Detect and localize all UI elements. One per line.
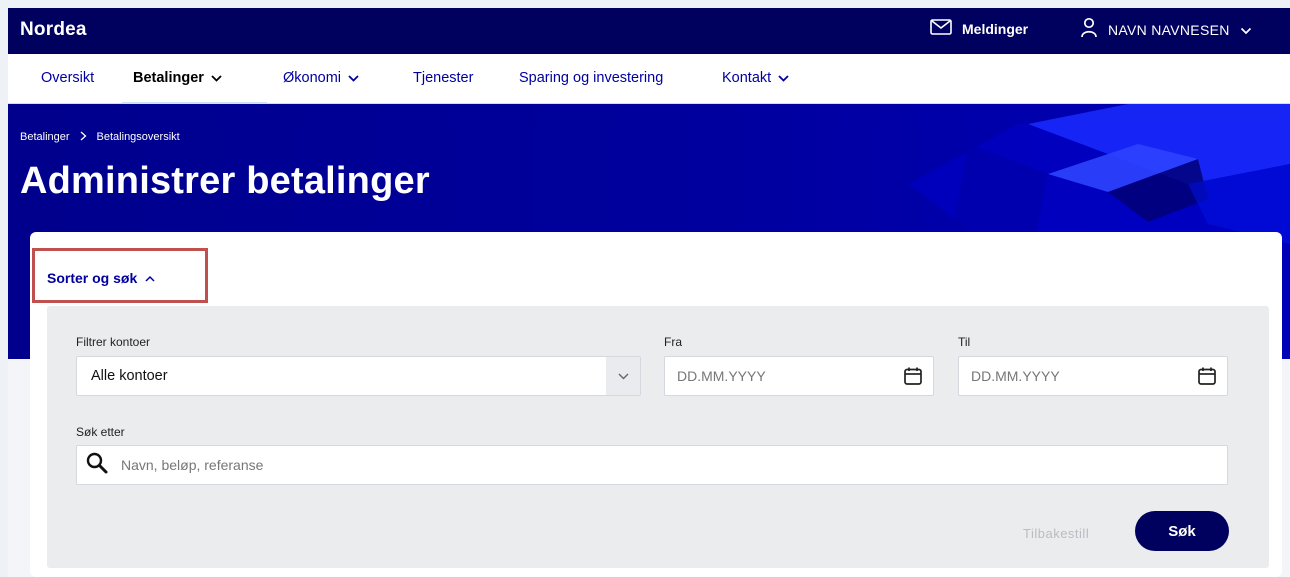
top-bar: Nordea Meldinger NAVN NAVNESEN	[8, 8, 1290, 54]
nav-item-label: Økonomi	[283, 70, 342, 86]
accounts-value: Alle kontoer	[91, 368, 168, 384]
nav-item-tjenester[interactable]: Tjenester	[413, 70, 473, 86]
accounts-select[interactable]: Alle kontoer	[76, 356, 641, 396]
search-label: Søk etter	[76, 425, 125, 439]
user-menu[interactable]: NAVN NAVNESEN	[1080, 17, 1252, 42]
nav-item-kontakt[interactable]: Kontakt	[722, 70, 789, 86]
nav-item-label: Tjenester	[413, 70, 474, 86]
sort-search-label: Sorter og søk	[47, 270, 138, 286]
nav-item-oversikt[interactable]: Oversikt	[41, 70, 94, 86]
from-label: Fra	[664, 335, 682, 349]
to-date-input[interactable]: DD.MM.YYYY	[958, 356, 1228, 396]
accounts-label: Filtrer kontoer	[76, 335, 151, 349]
chevron-down-icon	[778, 74, 789, 82]
chevron-up-icon	[145, 275, 155, 282]
user-name: NAVN NAVNESEN	[1108, 21, 1230, 38]
sort-search-toggle[interactable]: Sorter og søk	[47, 270, 155, 286]
nav-item-label: Sparing og investering	[519, 70, 664, 86]
chevron-down-icon	[606, 357, 640, 395]
breadcrumb-item-current: Betalingsoversikt	[96, 131, 180, 143]
nav-item-label: Kontakt	[722, 70, 772, 86]
chevron-right-icon	[80, 130, 87, 144]
from-date-placeholder: DD.MM.YYYY	[677, 368, 766, 384]
search-input[interactable]: Navn, beløp, referanse	[76, 445, 1228, 485]
breadcrumb: Betalinger Betalingsoversikt	[20, 130, 180, 144]
page-title: Administrer betalinger	[20, 160, 430, 202]
reset-button[interactable]: Tilbakestill	[1023, 526, 1089, 541]
messages-label: Meldinger	[962, 20, 1029, 37]
filter-panel: Filtrer kontoer Alle kontoer Fra DD.MM.Y…	[47, 306, 1269, 568]
nav-item-label: Oversikt	[41, 70, 95, 86]
chevron-down-icon	[348, 74, 359, 82]
nav-item-okonomi[interactable]: Økonomi	[283, 70, 359, 86]
envelope-icon	[930, 19, 952, 38]
search-placeholder: Navn, beløp, referanse	[121, 457, 264, 473]
nav-item-label: Betalinger	[133, 70, 204, 86]
app-frame: Nordea Meldinger NAVN NAVNESEN Oversikt …	[8, 8, 1290, 577]
to-label: Til	[958, 335, 971, 349]
user-icon	[1080, 17, 1098, 42]
calendar-icon[interactable]	[903, 366, 923, 391]
nav-item-betalinger[interactable]: Betalinger	[133, 70, 222, 86]
calendar-icon[interactable]	[1197, 366, 1217, 391]
breadcrumb-item-betalinger[interactable]: Betalinger	[20, 131, 70, 143]
search-button[interactable]: Søk	[1135, 511, 1229, 551]
from-date-input[interactable]: DD.MM.YYYY	[664, 356, 934, 396]
nav-item-sparing[interactable]: Sparing og investering	[519, 70, 663, 86]
chevron-down-icon	[211, 74, 222, 82]
filter-card: Sorter og søk Filtrer kontoer Alle konto…	[30, 232, 1282, 577]
messages-button[interactable]: Meldinger	[930, 19, 1028, 38]
to-date-placeholder: DD.MM.YYYY	[971, 368, 1060, 384]
chevron-down-icon	[1240, 22, 1252, 38]
main-nav: Oversikt Betalinger Økonomi Tjenester Sp…	[8, 54, 1290, 104]
search-icon	[85, 451, 109, 480]
nordea-logo[interactable]: Nordea	[20, 19, 87, 41]
